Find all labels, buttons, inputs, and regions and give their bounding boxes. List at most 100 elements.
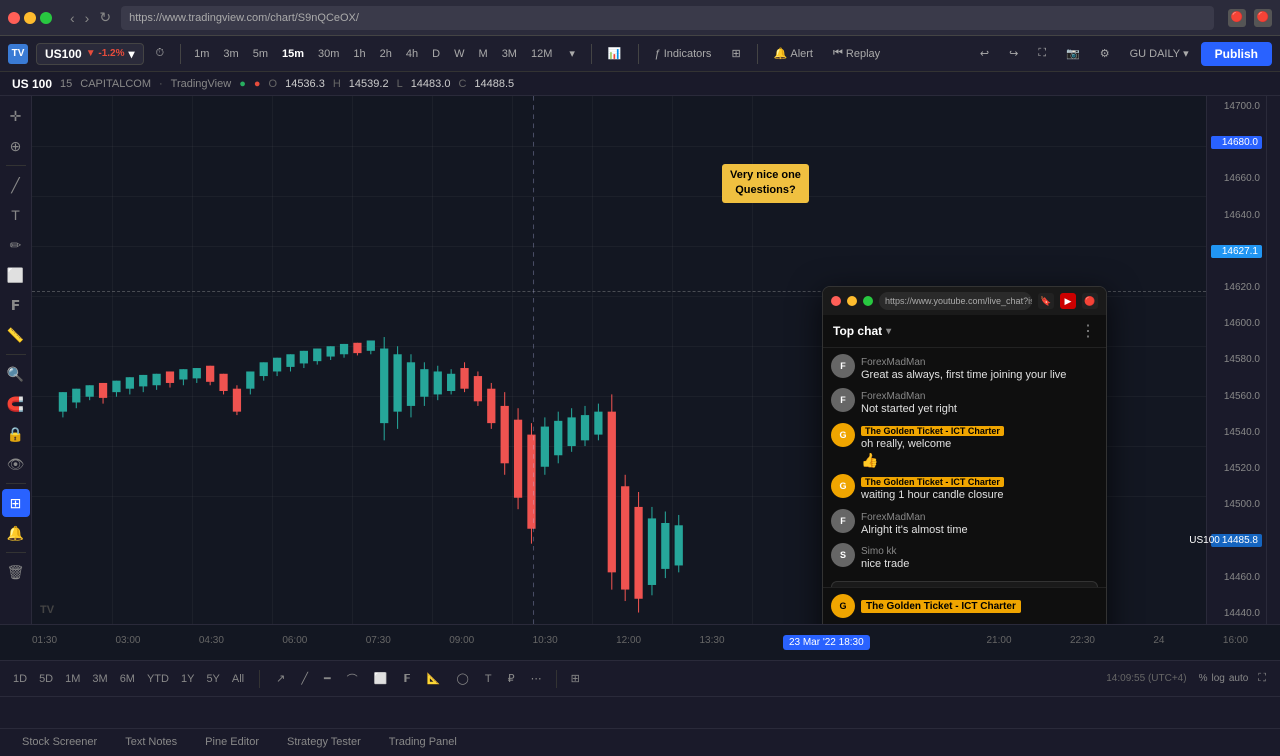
goto-date-btn[interactable]: ⏱ (148, 44, 173, 63)
log-toggle[interactable]: log (1211, 673, 1224, 684)
tf-15m[interactable]: 15m (277, 45, 309, 63)
window-min-btn[interactable] (24, 12, 36, 24)
period-1y[interactable]: 1Y (176, 671, 199, 687)
tab-pine-editor[interactable]: Pine Editor (191, 732, 273, 754)
period-1m[interactable]: 1M (60, 671, 85, 687)
window-max-btn[interactable] (40, 12, 52, 24)
drawing-price-btn[interactable]: ₽ (502, 669, 521, 688)
tf-3m[interactable]: 3m (218, 45, 243, 63)
measure-tool[interactable]: 📏 (2, 321, 30, 349)
crosshair-tool[interactable]: ⊕ (2, 132, 30, 160)
forward-btn[interactable]: › (81, 8, 94, 28)
indicators-btn[interactable]: ƒ Indicators (647, 45, 720, 63)
price-14700: 14700.0 (1211, 100, 1262, 113)
undo-btn[interactable]: ↩ (972, 44, 997, 63)
redo-btn[interactable]: ↪ (1001, 44, 1026, 63)
tab-text-notes[interactable]: Text Notes (111, 732, 191, 754)
yt-close-btn[interactable] (831, 296, 841, 306)
alert-tool[interactable]: 🔔 (2, 519, 30, 547)
period-all[interactable]: All (227, 671, 249, 687)
chart-area[interactable]: Very nice one Questions? TV https://www.… (32, 96, 1206, 624)
delete-tool[interactable]: 🗑 (2, 558, 30, 586)
tab-stock-screener[interactable]: Stock Screener (8, 732, 111, 754)
tf-3M[interactable]: 3M (497, 45, 522, 63)
period-ytd[interactable]: YTD (142, 671, 174, 687)
tf-M[interactable]: M (474, 45, 493, 63)
fullscreen-btn[interactable]: ⛶ (1030, 44, 1054, 63)
time-labels: 01:30 03:00 04:30 06:00 07:30 09:00 10:3… (32, 635, 1248, 650)
price-14440: 14440.0 (1211, 607, 1262, 620)
cursor-tool[interactable]: ✛ (2, 102, 30, 130)
drawing-fib-btn[interactable]: 𝗙 (397, 669, 417, 688)
tf-D[interactable]: D (427, 45, 445, 63)
eye-tool[interactable]: 👁 (2, 450, 30, 478)
drawing-arc-btn[interactable]: ◯ (451, 669, 475, 688)
period-3m[interactable]: 3M (87, 671, 112, 687)
symbol-dropdown-icon: ▾ (129, 47, 135, 61)
reload-btn[interactable]: ↻ (95, 7, 115, 28)
period-6m[interactable]: 6M (115, 671, 140, 687)
yt-max-btn[interactable] (863, 296, 873, 306)
yt-chat-dropdown-icon[interactable]: ▾ (886, 326, 891, 337)
tf-30m[interactable]: 30m (313, 45, 344, 63)
ext-2[interactable]: 🔴 (1254, 9, 1272, 27)
alert-btn[interactable]: 🔔 Alert (766, 44, 821, 63)
symbol-selector[interactable]: US100 ▼ -1.2% ▾ (36, 43, 144, 65)
expand-btn[interactable]: ⛶ (1252, 669, 1272, 688)
lock-tool[interactable]: 🔒 (2, 420, 30, 448)
drawing-h-btn[interactable]: ━ (318, 669, 337, 688)
magnet-tool[interactable]: 🧲 (2, 390, 30, 418)
chart-type-btn[interactable]: 📊 (600, 44, 630, 63)
screenshots-btn[interactable]: 📷 (1058, 44, 1088, 63)
period-1d[interactable]: 1D (8, 671, 32, 687)
tab-strategy-tester[interactable]: Strategy Tester (273, 732, 375, 754)
tf-dropdown[interactable]: ▾ (561, 44, 583, 63)
yt-messages-list[interactable]: F ForexMadMan Great as always, first tim… (823, 348, 1106, 587)
drawing-select-btn[interactable]: ↗ (270, 669, 291, 688)
yt-min-btn[interactable] (847, 296, 857, 306)
yt-ext-yt[interactable]: ▶ (1060, 293, 1076, 309)
fib-tool[interactable]: 𝗙 (2, 291, 30, 319)
tf-1m[interactable]: 1m (189, 45, 214, 63)
publish-button[interactable]: Publish (1201, 42, 1272, 66)
auto-toggle[interactable]: auto (1229, 673, 1248, 684)
ext-1[interactable]: 🔴 (1228, 9, 1246, 27)
replay-btn[interactable]: ⏮ Replay (825, 44, 888, 63)
tf-4h[interactable]: 4h (401, 45, 423, 63)
tf-12M[interactable]: 12M (526, 45, 557, 63)
window-close-btn[interactable] (8, 12, 20, 24)
tab-trading-panel[interactable]: Trading Panel (375, 732, 471, 754)
yt-chat-more-btn[interactable]: ⋮ (1080, 321, 1096, 341)
tf-5m[interactable]: 5m (248, 45, 273, 63)
drawing-curve-btn[interactable]: ⌒ (341, 668, 364, 690)
yt-url-bar[interactable]: https://www.youtube.com/live_chat?is_pop… (879, 292, 1032, 310)
brush-tool[interactable]: ✏ (2, 231, 30, 259)
compare-btn-b[interactable]: ⊞ (565, 669, 586, 688)
drawing-measure-btn[interactable]: 📐 (421, 669, 447, 688)
yt-msg-text-5: Alright it's almost time (861, 523, 1098, 538)
trend-line-tool[interactable]: ╱ (2, 171, 30, 199)
shape-tool[interactable]: ⬜ (2, 261, 30, 289)
drawing-line-btn[interactable]: ╱ (295, 669, 314, 688)
high-label: H (333, 78, 341, 90)
yt-msg-text-6: nice trade (861, 557, 1098, 572)
tf-2h[interactable]: 2h (375, 45, 397, 63)
url-bar[interactable]: https://www.tradingview.com/chart/S9nQCe… (121, 6, 1214, 30)
drawing-rect-btn[interactable]: ⬜ (368, 669, 394, 688)
drawing-text-btn[interactable]: T (479, 670, 498, 688)
account-btn[interactable]: GU DAILY ▾ (1122, 44, 1197, 63)
period-5d[interactable]: 5D (34, 671, 58, 687)
drawing-more-btn[interactable]: ⋯ (525, 669, 548, 688)
zoom-tool[interactable]: 🔍 (2, 360, 30, 388)
tf-W[interactable]: W (449, 45, 469, 63)
period-5y[interactable]: 5Y (201, 671, 224, 687)
back-btn[interactable]: ‹ (66, 8, 79, 28)
price-14600: 14600.0 (1211, 317, 1262, 330)
text-tool[interactable]: T (2, 201, 30, 229)
tf-1h[interactable]: 1h (348, 45, 370, 63)
settings-btn[interactable]: ⚙ (1092, 44, 1118, 63)
compare-btn[interactable]: ⊞ (723, 44, 748, 63)
panel-tool[interactable]: ⊞ (2, 489, 30, 517)
yt-ext-dark[interactable]: 🔴 (1082, 293, 1098, 309)
yt-ext-bookmark[interactable]: 🔖 (1038, 293, 1054, 309)
